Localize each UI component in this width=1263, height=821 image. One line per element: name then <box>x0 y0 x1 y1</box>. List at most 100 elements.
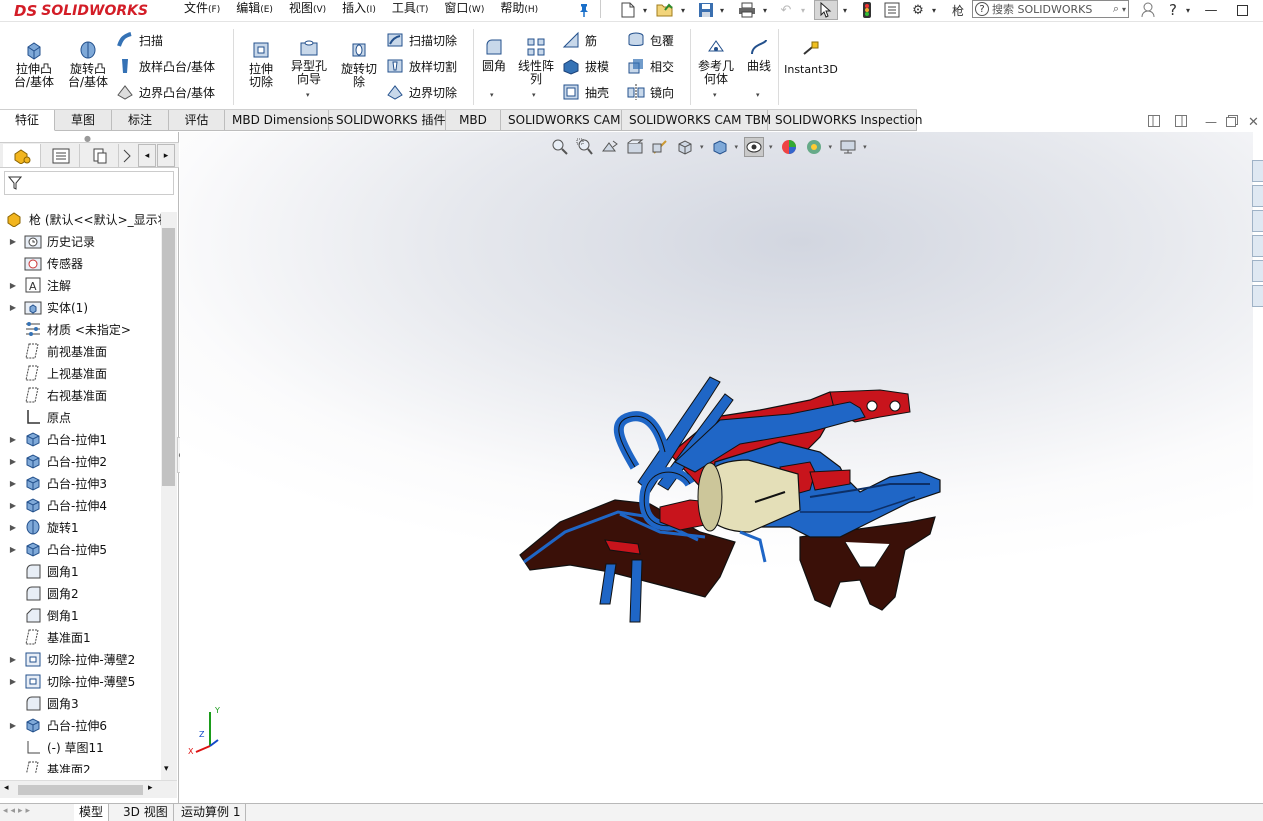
tab-evaluate[interactable]: 评估 <box>169 110 225 131</box>
doc-close-icon[interactable]: ✕ <box>1248 115 1259 131</box>
chevron-down-icon[interactable]: ▾ <box>532 91 536 99</box>
chevron-down-icon[interactable]: ▾ <box>840 0 850 20</box>
revolve-boss-button[interactable]: 旋转凸台/基体 <box>64 39 112 89</box>
rib-button[interactable]: 筋 <box>562 30 597 50</box>
sweep-button[interactable]: 扫描 <box>116 30 163 50</box>
expand-arrow-icon[interactable]: ▶ <box>8 501 18 510</box>
tab-3d-view[interactable]: 3D 视图 <box>118 804 174 821</box>
chevron-down-icon[interactable]: ▾ <box>306 91 310 99</box>
pin-icon[interactable] <box>576 0 592 20</box>
tree-item[interactable]: 基准面2 <box>0 758 91 773</box>
expand-arrow-icon[interactable]: ▶ <box>8 479 18 488</box>
view-orientation-icon[interactable] <box>675 137 695 157</box>
file-properties-icon[interactable] <box>882 0 902 20</box>
doc-minimize-icon[interactable]: — <box>1205 115 1217 131</box>
search-input[interactable]: ? 搜索 SOLIDWORKS ⌕ ▾ <box>972 0 1129 18</box>
chevron-down-icon[interactable]: ▾ <box>490 91 494 99</box>
tree-item[interactable]: ▶ A 注解 <box>0 274 71 296</box>
zoom-to-fit-icon[interactable] <box>550 137 570 157</box>
swept-cut-button[interactable]: 扫描切除 <box>386 30 457 50</box>
apply-scene-icon[interactable] <box>804 137 824 157</box>
instant3d-button[interactable]: Instant3D <box>784 39 838 76</box>
save-icon[interactable] <box>696 0 716 20</box>
open-document-icon[interactable] <box>654 0 676 20</box>
tree-item[interactable]: ▶ 凸台-拉伸6 <box>0 714 107 736</box>
configuration-manager-tab-icon[interactable] <box>81 144 119 167</box>
menu-view[interactable]: 视图(V) <box>281 0 334 22</box>
expand-arrow-icon[interactable]: ▶ <box>8 281 18 290</box>
tree-item[interactable]: 圆角2 <box>0 582 79 604</box>
tree-filter-input[interactable] <box>4 171 174 195</box>
expand-arrow-icon[interactable]: ▶ <box>8 721 18 730</box>
doc-restore-icon[interactable] <box>1226 115 1238 131</box>
help-icon[interactable]: ? <box>1165 0 1181 20</box>
extrude-boss-button[interactable]: 拉伸凸台/基体 <box>10 39 58 89</box>
expand-arrow-icon[interactable]: ▶ <box>8 303 18 312</box>
linear-pattern-button[interactable]: 线性阵列 <box>514 36 558 86</box>
tab-solidworks-inspection[interactable]: SOLIDWORKS Inspection <box>768 110 922 131</box>
task-pane-file-explorer-icon[interactable] <box>1252 235 1263 257</box>
previous-view-icon[interactable] <box>600 137 620 157</box>
chevron-down-icon[interactable]: ▾ <box>760 0 770 20</box>
scrollbar-thumb[interactable] <box>18 785 143 795</box>
tree-item[interactable]: 前视基准面 <box>0 340 107 362</box>
tab-features[interactable]: 特征 <box>0 110 55 131</box>
chevron-down-icon[interactable]: ▾ <box>863 143 867 151</box>
new-document-icon[interactable] <box>617 0 639 20</box>
chevron-down-icon[interactable]: ▾ <box>769 143 773 151</box>
tile-left-icon[interactable] <box>1148 115 1160 131</box>
tab-mbd[interactable]: MBD <box>446 110 501 131</box>
tree-item[interactable]: 右视基准面 <box>0 384 107 406</box>
tree-item[interactable]: ▶ 切除-拉伸-薄壁2 <box>0 648 135 670</box>
tree-item[interactable]: ▶ 凸台-拉伸5 <box>0 538 107 560</box>
restore-window-icon[interactable] <box>1232 0 1252 20</box>
loft-boss-button[interactable]: 放样凸台/基体 <box>116 56 215 76</box>
task-pane-custom-properties-icon[interactable] <box>1252 285 1263 307</box>
tree-item[interactable]: (-) 草图11 <box>0 736 104 758</box>
search-icon[interactable]: ⌕ <box>1113 2 1119 16</box>
expand-arrow-icon[interactable]: ▶ <box>8 237 18 246</box>
loft-cut-button[interactable]: 放样切割 <box>386 56 457 76</box>
expand-arrow-icon[interactable]: ▶ <box>8 655 18 664</box>
mirror-button[interactable]: 镜向 <box>627 82 674 102</box>
tree-item[interactable]: ▶ 切除-拉伸-薄壁5 <box>0 670 135 692</box>
chevron-down-icon[interactable]: ▾ <box>717 0 727 20</box>
tab-solidworks-cam[interactable]: SOLIDWORKS CAM <box>501 110 622 131</box>
print-icon[interactable] <box>736 0 758 20</box>
gun-3d-model[interactable] <box>510 372 945 627</box>
edit-appearance-icon[interactable] <box>779 137 799 157</box>
tab-solidworks-addins[interactable]: SOLIDWORKS 插件 <box>329 110 446 131</box>
boundary-boss-button[interactable]: 边界凸台/基体 <box>116 82 215 102</box>
scroll-right-icon[interactable]: ▸ <box>148 783 153 793</box>
menu-window[interactable]: 窗口(W) <box>436 0 492 22</box>
scroll-down-icon[interactable]: ▾ <box>164 764 169 774</box>
tab-model[interactable]: 模型 <box>74 804 110 821</box>
options-gear-icon[interactable]: ⚙ <box>908 0 928 20</box>
tree-item[interactable]: ▶ 凸台-拉伸2 <box>0 450 107 472</box>
tab-motion-study[interactable]: 运动算例 1 <box>176 804 247 821</box>
view-settings-icon[interactable] <box>838 137 858 157</box>
chevron-down-icon[interactable]: ▾ <box>756 91 760 99</box>
section-view-icon[interactable] <box>625 137 645 157</box>
wrap-button[interactable]: 包覆 <box>627 30 674 50</box>
expand-arrow-icon[interactable]: ▶ <box>8 545 18 554</box>
hide-show-items-icon[interactable] <box>744 137 765 157</box>
expand-arrow-icon[interactable]: ▶ <box>8 677 18 686</box>
menu-help[interactable]: 帮助(H) <box>492 0 546 22</box>
chevron-down-icon[interactable]: ▾ <box>929 0 939 20</box>
scroll-left-icon[interactable]: ◂ <box>4 783 9 793</box>
dynamic-annotation-views-icon[interactable] <box>650 137 670 157</box>
chevron-down-icon[interactable]: ▾ <box>640 0 650 20</box>
tree-item[interactable]: 基准面1 <box>0 626 91 648</box>
tab-solidworks-cam-tbm[interactable]: SOLIDWORKS CAM TBM <box>622 110 771 131</box>
chevron-down-icon[interactable]: ▾ <box>700 143 704 151</box>
tree-item[interactable]: 倒角1 <box>0 604 79 626</box>
tree-item[interactable]: ▶ 凸台-拉伸4 <box>0 494 107 516</box>
tree-item[interactable]: 上视基准面 <box>0 362 107 384</box>
display-style-icon[interactable] <box>710 137 730 157</box>
tab-mbd-dimensions[interactable]: MBD Dimensions <box>225 110 334 131</box>
tree-item[interactable]: 材质 <未指定> <box>0 318 131 340</box>
tree-item[interactable]: ▶ 凸台-拉伸3 <box>0 472 107 494</box>
task-pane-design-library-icon[interactable] <box>1252 210 1263 232</box>
tree-item[interactable]: ▶ 实体(1) <box>0 296 88 318</box>
